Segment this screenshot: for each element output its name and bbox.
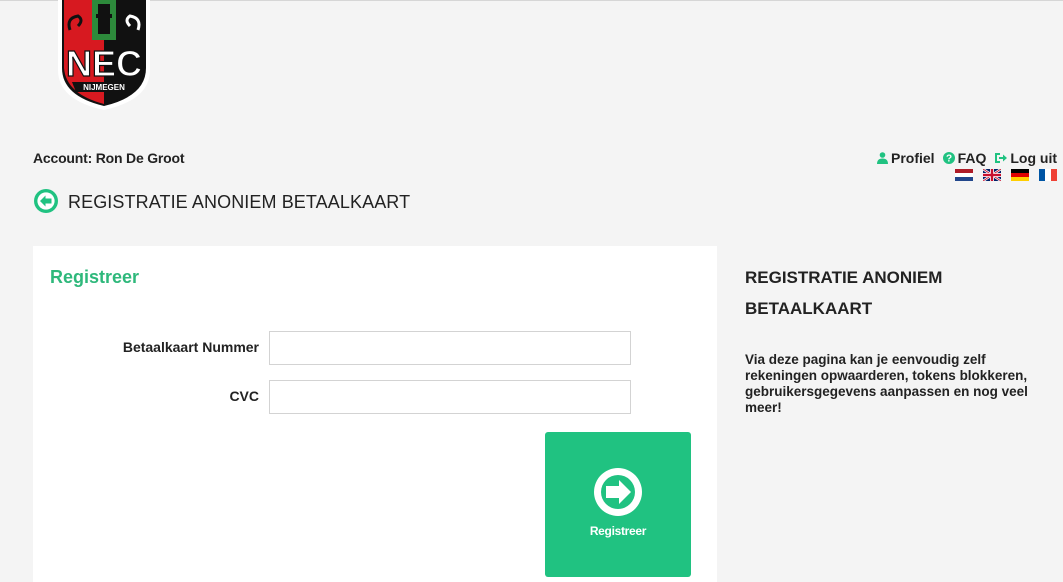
flag-nl-icon[interactable] bbox=[955, 169, 973, 181]
faq-link-label: FAQ bbox=[957, 150, 987, 166]
card-number-label: Betaalkaart Nummer bbox=[122, 339, 259, 355]
svg-text:NEC: NEC bbox=[66, 43, 142, 84]
profile-link-label: Profiel bbox=[890, 150, 935, 166]
language-selector bbox=[955, 169, 1057, 181]
arrow-right-circle-icon bbox=[594, 468, 642, 516]
flag-de-icon[interactable] bbox=[1011, 169, 1029, 181]
flag-en-icon[interactable] bbox=[983, 169, 1001, 181]
user-icon bbox=[876, 152, 888, 164]
flag-fr-icon[interactable] bbox=[1039, 169, 1057, 181]
card-number-row: Betaalkaart Nummer bbox=[33, 331, 717, 365]
info-text: Via deze pagina kan je eenvoudig zelf re… bbox=[745, 352, 1028, 415]
logout-link-label: Log uit bbox=[1010, 150, 1057, 166]
page-title: REGISTRATIE ANONIEM BETAALKAART bbox=[68, 192, 411, 212]
registration-form-card: Registreer Betaalkaart Nummer CVC Regist… bbox=[33, 246, 717, 582]
logout-link[interactable]: Log uit bbox=[994, 150, 1057, 166]
info-title: REGISTRATIE ANONIEM BETAALKAART bbox=[745, 268, 943, 318]
card-number-input[interactable] bbox=[269, 331, 631, 365]
account-label: Account: Ron De Groot bbox=[33, 150, 185, 166]
svg-text:?: ? bbox=[946, 154, 952, 165]
form-title: Registreer bbox=[50, 267, 140, 287]
question-circle-icon: ? bbox=[942, 152, 955, 165]
cvc-input[interactable] bbox=[269, 380, 631, 414]
profile-link[interactable]: Profiel bbox=[876, 150, 935, 166]
register-button-label: Registreer bbox=[589, 524, 647, 538]
svg-text:NIJMEGEN: NIJMEGEN bbox=[83, 83, 125, 92]
nec-logo[interactable]: NEC NIJMEGEN bbox=[52, 0, 156, 112]
cvc-label: CVC bbox=[229, 388, 259, 404]
register-button[interactable]: Registreer bbox=[545, 432, 691, 577]
page-heading: REGISTRATIE ANONIEM BETAALKAART bbox=[34, 188, 410, 213]
cvc-row: CVC bbox=[33, 380, 717, 414]
top-navigation: Profiel ? FAQ Log uit bbox=[876, 150, 1057, 166]
arrow-left-circle-icon[interactable] bbox=[34, 188, 58, 213]
faq-link[interactable]: ? FAQ bbox=[942, 150, 987, 166]
top-border bbox=[0, 0, 1063, 1]
sign-out-icon bbox=[995, 153, 1008, 163]
nec-logo-icon: NEC NIJMEGEN bbox=[58, 0, 150, 110]
